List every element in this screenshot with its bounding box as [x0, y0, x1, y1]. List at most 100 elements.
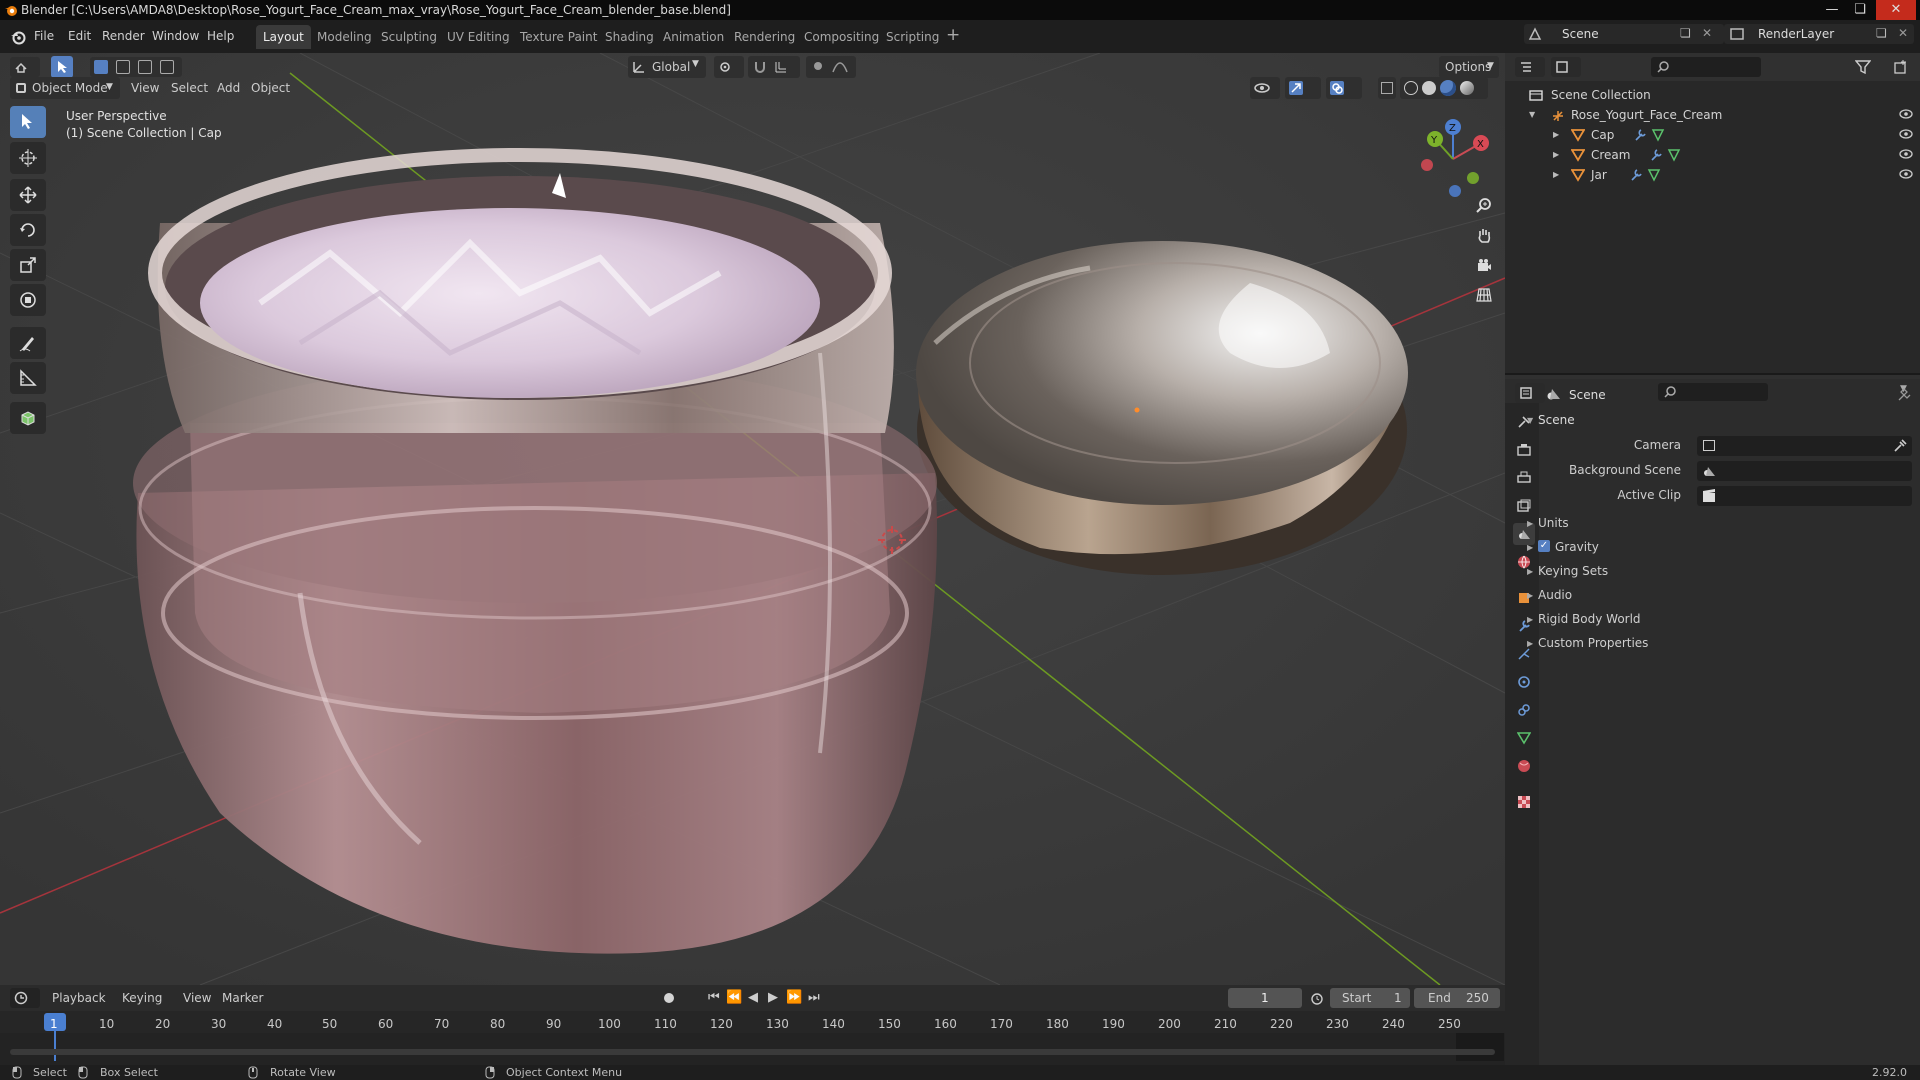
tool-transform[interactable] [10, 284, 46, 316]
modifier-wrench-icon[interactable] [1633, 128, 1647, 142]
close-button[interactable]: ✕ [1876, 0, 1916, 20]
menu-window[interactable]: Window [152, 29, 199, 43]
expand-triangle-icon[interactable]: ▶ [1553, 150, 1559, 159]
expand-triangle-icon[interactable]: ▶ [1527, 591, 1533, 600]
menu-help[interactable]: Help [207, 29, 234, 43]
scene-panel-header[interactable]: Scene [1538, 413, 1575, 427]
end-frame-field[interactable]: End 250 [1414, 988, 1500, 1008]
select-new-icon[interactable] [94, 60, 108, 74]
menu-select[interactable]: Select [171, 81, 208, 95]
tab-compositing[interactable]: Compositing [797, 25, 886, 49]
blender-menu-icon[interactable] [10, 29, 26, 45]
tool-select-box[interactable] [10, 106, 46, 138]
collapse-triangle-icon[interactable]: ▼ [1529, 110, 1535, 119]
outliner-scene-collection[interactable]: Scene Collection [1505, 85, 1920, 105]
current-frame-field[interactable]: 1 [1228, 988, 1302, 1008]
record-icon[interactable] [664, 993, 674, 1003]
pivot-point-dropdown[interactable] [714, 56, 744, 78]
timeline-scrollbar[interactable] [10, 1049, 1495, 1055]
menu-playback[interactable]: Playback [52, 991, 106, 1005]
outliner-object-jar[interactable]: ▶ Jar [1505, 165, 1920, 185]
display-mode-dropdown[interactable] [1551, 57, 1581, 77]
camera-view-button[interactable] [1469, 252, 1499, 280]
outliner-search-input[interactable] [1651, 57, 1761, 77]
solid-shading-icon[interactable] [1422, 81, 1436, 95]
mesh-data-icon[interactable] [1647, 168, 1661, 182]
minimize-button[interactable]: — [1818, 0, 1846, 20]
expand-triangle-icon[interactable]: ▶ [1553, 130, 1559, 139]
outliner-object-cream[interactable]: ▶ Cream [1505, 145, 1920, 165]
start-frame-field[interactable]: Start 1 [1330, 988, 1410, 1008]
eye-visibility-icon[interactable] [1899, 149, 1913, 159]
tool-annotate[interactable] [10, 327, 46, 359]
play-icon[interactable]: ▶ [768, 990, 778, 1005]
tab-layout[interactable]: Layout [256, 25, 311, 49]
menu-view[interactable]: View [131, 81, 159, 95]
camera-field[interactable] [1697, 436, 1912, 456]
menu-file[interactable]: File [34, 29, 54, 43]
tool-cursor[interactable] [10, 142, 46, 174]
tab-sculpting[interactable]: Sculpting [374, 25, 444, 49]
tab-view-layer[interactable] [1513, 495, 1535, 517]
select-extend-icon[interactable] [116, 60, 130, 74]
menu-render[interactable]: Render [102, 29, 145, 43]
transform-orientation-dropdown[interactable]: Global ▼ [628, 56, 706, 78]
active-clip-field[interactable] [1697, 486, 1912, 506]
3d-viewport[interactable]: Global ▼ Options ▼ Object Mode ▼ View Se… [0, 53, 1505, 985]
tab-animation[interactable]: Animation [656, 25, 731, 49]
eye-visibility-icon[interactable] [1899, 129, 1913, 139]
select-mode-button[interactable] [51, 56, 73, 78]
material-preview-icon[interactable] [1440, 80, 1456, 96]
tool-rotate[interactable] [10, 214, 46, 246]
perspective-toggle-button[interactable] [1469, 282, 1499, 310]
editor-type-button[interactable] [10, 57, 40, 77]
outliner-editor-type[interactable] [1515, 57, 1545, 77]
object-mode-dropdown[interactable]: Object Mode ▼ [10, 77, 120, 99]
expand-triangle-icon[interactable]: ▶ [1527, 543, 1533, 552]
outliner-collection-row[interactable]: ▼ Rose_Yogurt_Face_Cream [1505, 105, 1920, 125]
timeline-editor[interactable]: Playback Keying View Marker ⏮ ⏪ ◀ ▶ ⏩ ⏭ … [0, 985, 1505, 1065]
shading-modes[interactable] [1400, 77, 1488, 99]
tab-modeling[interactable]: Modeling [310, 25, 379, 49]
keying-sets-section[interactable]: Keying Sets [1538, 564, 1608, 578]
audio-section[interactable]: Audio [1538, 588, 1572, 602]
select-invert-icon[interactable] [160, 60, 174, 74]
expand-triangle-icon[interactable]: ▶ [1527, 639, 1533, 648]
background-scene-field[interactable] [1697, 461, 1912, 481]
tab-shading[interactable]: Shading [598, 25, 661, 49]
tool-add-cube[interactable] [10, 402, 46, 434]
mesh-data-icon[interactable] [1651, 128, 1665, 142]
tool-scale[interactable] [10, 249, 46, 281]
xray-toggle[interactable] [1378, 77, 1396, 99]
expand-triangle-icon[interactable]: ▶ [1553, 170, 1559, 179]
eyedropper-icon[interactable] [1893, 439, 1907, 453]
jump-keyframe-forward-icon[interactable]: ⏩ [786, 990, 802, 1005]
rigid-body-world-section[interactable]: Rigid Body World [1538, 612, 1641, 626]
zoom-view-button[interactable] [1469, 192, 1499, 220]
panel-divider[interactable] [1505, 373, 1920, 375]
stopwatch-icon[interactable] [1310, 991, 1324, 1005]
filter-icon[interactable] [1855, 60, 1871, 74]
collapse-triangle-icon[interactable]: ▼ [1527, 416, 1533, 425]
tab-physics[interactable] [1513, 671, 1535, 693]
properties-editor-type[interactable] [1515, 383, 1545, 403]
tab-object-data[interactable] [1513, 727, 1535, 749]
tab-constraints[interactable] [1513, 699, 1535, 721]
copy-layer-icon[interactable]: ❏ [1876, 26, 1887, 40]
custom-properties-section[interactable]: Custom Properties [1538, 636, 1648, 650]
properties-search-input[interactable] [1658, 383, 1768, 401]
expand-triangle-icon[interactable]: ▶ [1527, 615, 1533, 624]
tab-texture[interactable] [1513, 791, 1535, 813]
pan-view-button[interactable] [1469, 222, 1499, 250]
menu-view[interactable]: View [183, 991, 211, 1005]
scene-selector[interactable]: Scene ❏ ✕ [1524, 24, 1724, 44]
menu-add[interactable]: Add [217, 81, 240, 95]
wireframe-shading-icon[interactable] [1404, 81, 1418, 95]
select-box-modes[interactable] [90, 57, 182, 77]
menu-edit[interactable]: Edit [68, 29, 91, 43]
tab-texture-paint[interactable]: Texture Paint [513, 25, 604, 49]
navigation-gizmo[interactable]: Z X Y [1415, 113, 1500, 203]
copy-scene-icon[interactable]: ❏ [1680, 26, 1691, 40]
proportional-editing[interactable] [806, 56, 856, 78]
pin-icon[interactable] [1898, 387, 1912, 401]
